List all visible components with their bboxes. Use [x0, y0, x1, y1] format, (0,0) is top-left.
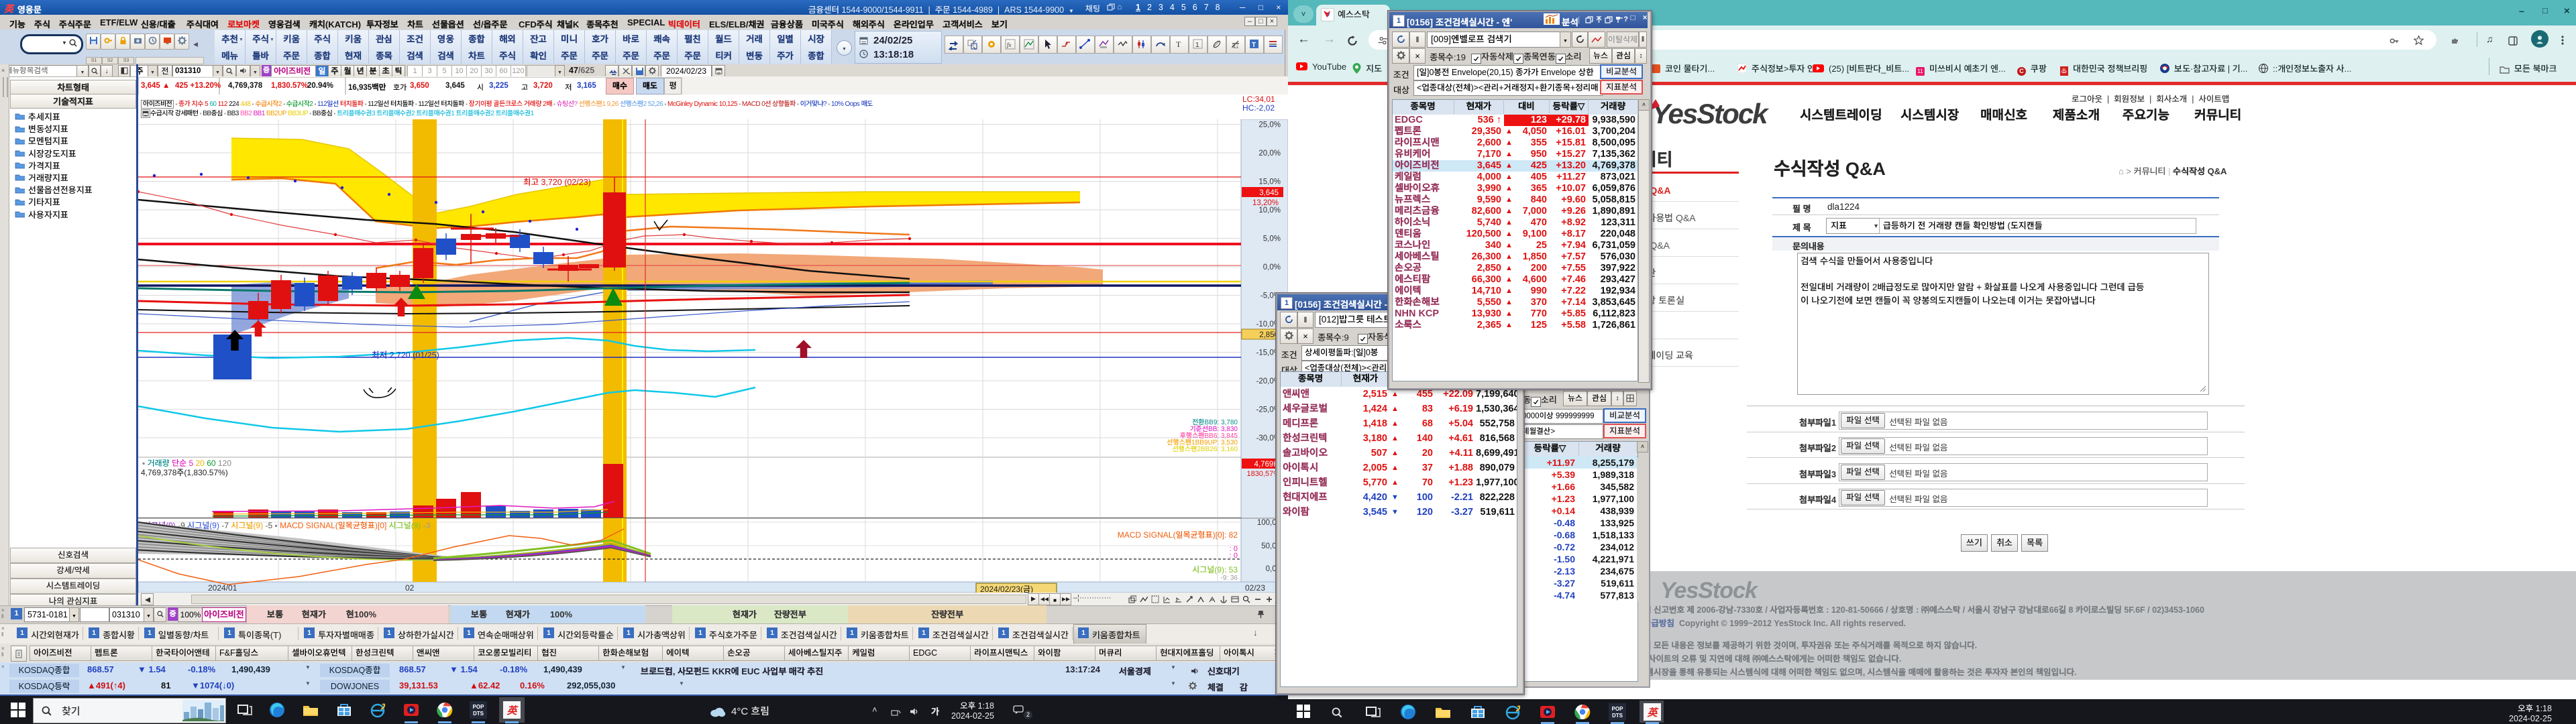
svg-text:10,0%: 10,0% [1258, 206, 1281, 215]
svg-text:: 0: : 0 [1230, 552, 1238, 560]
svg-text:02/23: 02/23 [1245, 583, 1265, 593]
svg-text:0,0%: 0,0% [1263, 263, 1281, 272]
svg-text:fx: fx [1007, 42, 1012, 48]
svg-text:1: 1 [1195, 42, 1199, 49]
svg-text:20,0%: 20,0% [1258, 149, 1281, 158]
svg-text:▪ 거래량 단순 5 20 60 120: ▪ 거래량 단순 5 20 60 120 [142, 459, 231, 468]
svg-text:DTS: DTS [473, 711, 484, 717]
svg-text:-9: 36: -9: 36 [1220, 575, 1238, 582]
svg-text:POP: POP [473, 704, 485, 710]
svg-text:T: T [1252, 42, 1256, 49]
svg-text:4,769K: 4,769K [1254, 461, 1279, 469]
svg-text:4,769,378주(1,830.57%): 4,769,378주(1,830.57%) [141, 468, 228, 477]
svg-text:13,20%: 13,20% [1252, 199, 1279, 207]
svg-text:선행스팬2BB26: 3,160: 선행스팬2BB26: 3,160 [1173, 445, 1238, 453]
svg-text:시그널(9): 53: 시그널(9): 53 [1192, 565, 1238, 575]
svg-text:5,0%: 5,0% [1263, 235, 1281, 243]
svg-text:최저 2,720 (01/25): 최저 2,720 (01/25) [372, 351, 439, 360]
svg-text:02: 02 [405, 583, 415, 593]
svg-text:DTS: DTS [1612, 713, 1623, 719]
svg-text:MACD SIGNAL(일목균형표)[0]: 82: MACD SIGNAL(일목균형표)[0]: 82 [1118, 530, 1238, 540]
svg-text:15,0%: 15,0% [1258, 178, 1281, 186]
svg-text:T: T [1176, 40, 1181, 49]
svg-text:25,0%: 25,0% [1258, 121, 1281, 129]
svg-text:3,645: 3,645 [1259, 189, 1279, 197]
svg-text:ALL: ALL [1232, 46, 1239, 50]
svg-text:POP: POP [1612, 706, 1624, 712]
svg-text:1830,57%: 1830,57% [1246, 470, 1280, 478]
svg-text:2024/01: 2024/01 [208, 583, 237, 593]
svg-text:최고 3,720 (02/23): 최고 3,720 (02/23) [523, 178, 591, 187]
